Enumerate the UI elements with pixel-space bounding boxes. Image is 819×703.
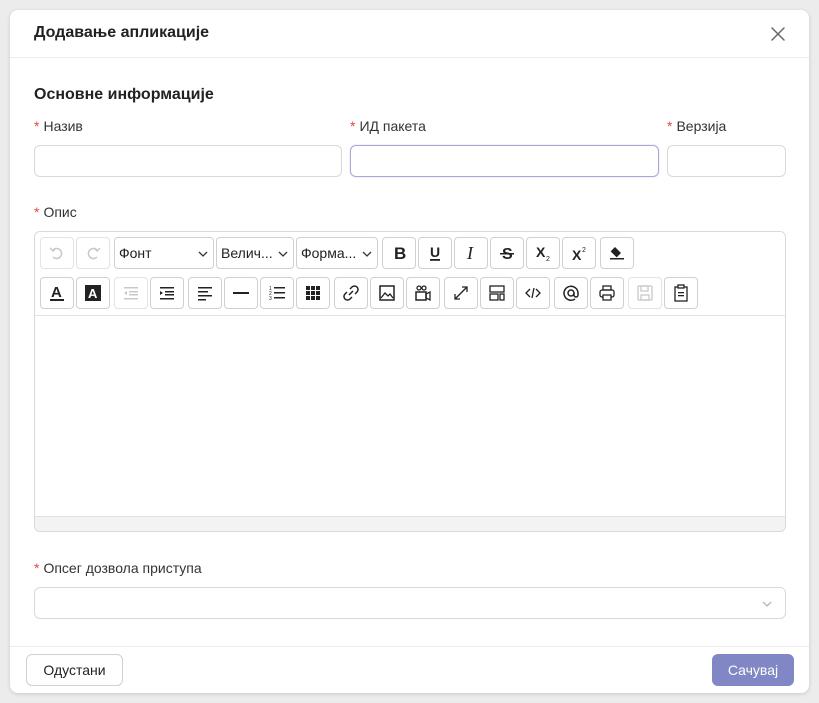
required-marker: *: [667, 118, 673, 134]
italic-icon[interactable]: I: [454, 237, 488, 269]
editor-content-area[interactable]: [35, 316, 785, 516]
highlight-color-icon[interactable]: A: [76, 277, 110, 309]
image-icon[interactable]: [370, 277, 404, 309]
list-icon[interactable]: 123: [260, 277, 294, 309]
package-id-input[interactable]: [350, 145, 659, 177]
description-label: * Опис: [34, 204, 77, 220]
code-view-icon[interactable]: [516, 277, 550, 309]
svg-text:U: U: [430, 244, 440, 260]
close-icon[interactable]: [768, 24, 788, 44]
size-select[interactable]: Велич...: [216, 237, 294, 269]
format-select[interactable]: Форма...: [296, 237, 378, 269]
link-icon[interactable]: [334, 277, 368, 309]
svg-text:X: X: [536, 244, 546, 260]
chevron-down-icon: [362, 251, 372, 257]
chevron-down-icon: [278, 251, 288, 257]
svg-text:A: A: [88, 286, 98, 301]
undo-icon[interactable]: [40, 237, 74, 269]
template-icon[interactable]: [664, 277, 698, 309]
chevron-down-icon: [762, 601, 772, 607]
svg-text:A: A: [51, 284, 62, 301]
mention-icon[interactable]: [554, 277, 588, 309]
font-select[interactable]: Фонт: [114, 237, 214, 269]
underline-icon[interactable]: U: [418, 237, 452, 269]
editor-status-bar: [35, 516, 785, 531]
svg-text:X: X: [572, 247, 582, 262]
bold-icon[interactable]: B: [382, 237, 416, 269]
add-application-dialog: Додавање апликације Основне информације …: [10, 10, 809, 693]
scope-select[interactable]: [34, 587, 786, 619]
cancel-button[interactable]: Одустани: [26, 654, 123, 686]
editor-toolbar: Фонт Велич... Форма... B U I S X 2 X 2 A…: [35, 232, 785, 316]
dialog-header: Додавање апликације: [10, 10, 809, 58]
video-icon[interactable]: [406, 277, 440, 309]
version-label: * Верзија: [667, 118, 727, 134]
font-color-icon[interactable]: A: [40, 277, 74, 309]
horizontal-rule-icon[interactable]: [224, 277, 258, 309]
svg-text:3: 3: [269, 296, 272, 302]
table-icon[interactable]: [296, 277, 330, 309]
eraser-icon[interactable]: [600, 237, 634, 269]
version-input[interactable]: [667, 145, 786, 177]
indent-icon[interactable]: [150, 277, 184, 309]
size-select-value: Велич...: [221, 245, 273, 261]
required-marker: *: [34, 118, 40, 134]
fullscreen-icon[interactable]: [444, 277, 478, 309]
svg-text:2: 2: [582, 247, 586, 254]
redo-icon[interactable]: [76, 237, 110, 269]
name-label: * Назив: [34, 118, 83, 134]
subscript-icon[interactable]: X2: [526, 237, 560, 269]
save-icon[interactable]: [628, 277, 662, 309]
show-blocks-icon[interactable]: [480, 277, 514, 309]
strikethrough-icon[interactable]: S: [490, 237, 524, 269]
dialog-title: Додавање апликације: [34, 24, 210, 41]
section-title: Основне информације: [34, 86, 214, 103]
required-marker: *: [350, 118, 356, 134]
font-select-value: Фонт: [119, 245, 152, 261]
svg-text:B: B: [394, 244, 406, 262]
required-marker: *: [34, 204, 40, 220]
svg-text:2: 2: [546, 256, 550, 262]
superscript-icon[interactable]: X2: [562, 237, 596, 269]
chevron-down-icon: [198, 251, 208, 257]
scope-label: * Опсег дозвола приступа: [34, 560, 202, 576]
outdent-icon[interactable]: [114, 277, 148, 309]
align-icon[interactable]: [188, 277, 222, 309]
svg-text:I: I: [466, 244, 474, 262]
print-icon[interactable]: [590, 277, 624, 309]
save-button[interactable]: Сачувај: [712, 654, 794, 686]
package-id-label: * ИД пакета: [350, 118, 426, 134]
name-input[interactable]: [34, 145, 342, 177]
dialog-footer: [10, 646, 809, 693]
required-marker: *: [34, 560, 40, 576]
format-select-value: Форма...: [301, 245, 357, 261]
description-editor: Фонт Велич... Форма... B U I S X 2 X 2 A…: [34, 231, 786, 532]
